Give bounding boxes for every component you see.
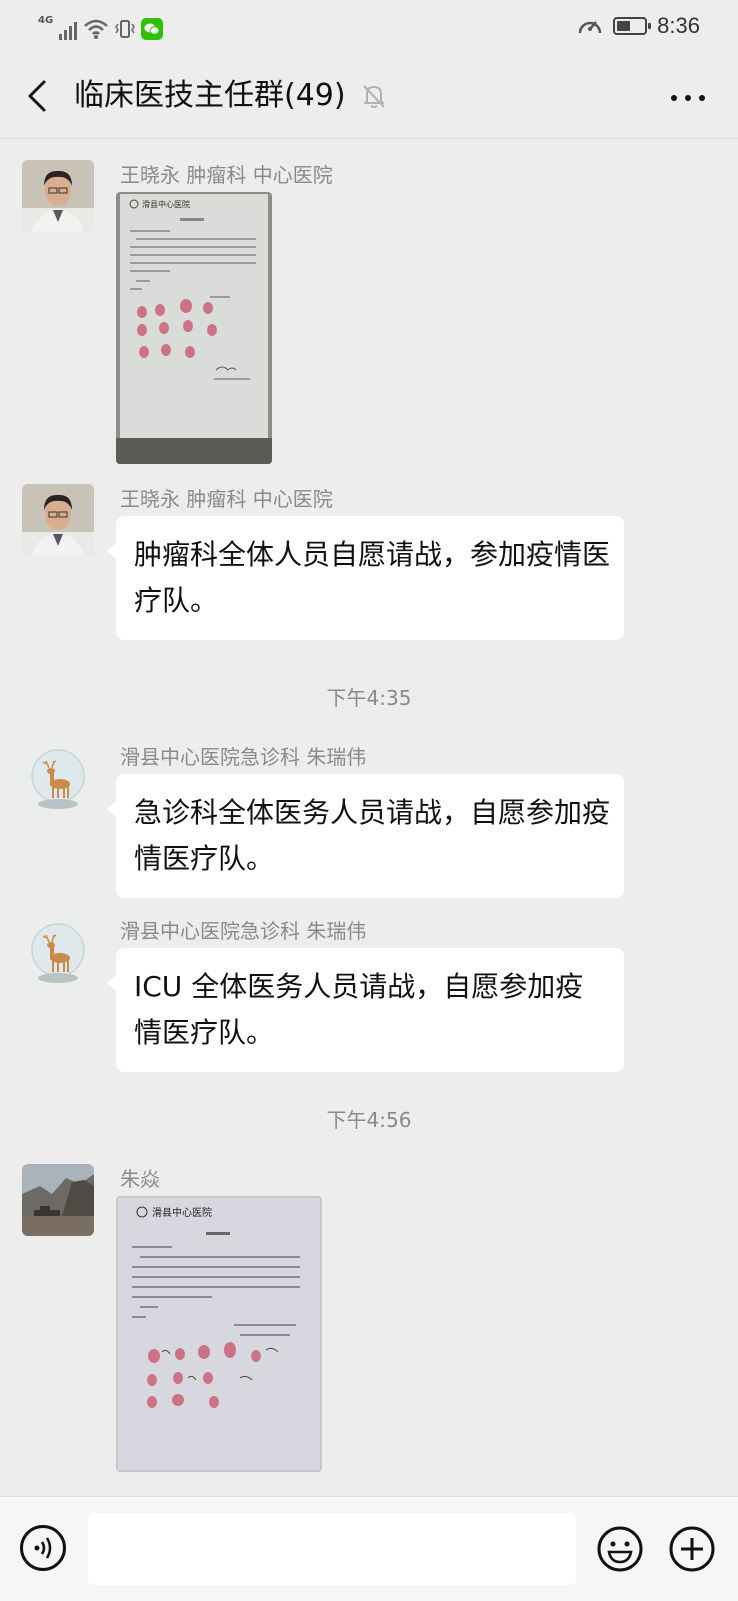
timestamp: 下午4:56: [326, 1108, 412, 1132]
battery-icon: [613, 17, 652, 35]
message-bubble[interactable]: 急诊科全体医务人员请战，自愿参加疫情医疗队。: [107, 774, 624, 898]
message-bubble[interactable]: ICU 全体医务人员请战，自愿参加疫情医疗队。: [107, 948, 624, 1072]
avatar[interactable]: [22, 1164, 94, 1236]
status-left: 4G: [38, 12, 164, 40]
voice-icon: [34, 1537, 52, 1559]
wifi-icon: [84, 19, 109, 39]
signal-icon: [59, 20, 78, 40]
back-button[interactable]: [20, 74, 60, 118]
network-type: 4G: [38, 15, 54, 26]
status-right: 8:36: [577, 12, 700, 40]
avatar[interactable]: [22, 742, 94, 814]
avatar[interactable]: [22, 916, 94, 988]
avatar[interactable]: [22, 484, 94, 556]
sender-name: 王晓永 肿瘤科 中心医院: [120, 487, 333, 511]
more-functions-button[interactable]: [668, 1525, 716, 1573]
status-bar: 4G 8:36: [0, 0, 738, 52]
sender-name: 王晓永 肿瘤科 中心医院: [120, 163, 333, 187]
mute-bell-icon: [363, 85, 385, 108]
timestamp: 下午4:35: [326, 686, 412, 710]
petition-photo[interactable]: 滑县中心医院: [116, 192, 272, 464]
message-input[interactable]: [88, 1513, 576, 1585]
message-bubble[interactable]: 肿瘤科全体人员自愿请战，参加疫情医疗队。: [107, 516, 624, 640]
more-options-button[interactable]: [666, 80, 710, 116]
wechat-notification-icon: [141, 18, 164, 40]
sender-name: 朱焱: [120, 1167, 160, 1191]
petition-photo[interactable]: 滑县中心医院: [116, 1196, 322, 1472]
letterhead-text: 滑县中心医院: [152, 1206, 212, 1219]
sender-name: 滑县中心医院急诊科 朱瑞伟: [120, 745, 367, 769]
chat-header: 临床医技主任群(49): [0, 52, 738, 139]
avatar[interactable]: [22, 160, 94, 232]
input-bar: [0, 1496, 738, 1601]
emoji-button[interactable]: [596, 1525, 644, 1573]
vibrate-icon: [115, 20, 136, 38]
voice-input-button[interactable]: [20, 1525, 66, 1571]
speed-icon: [578, 21, 602, 34]
sender-name: 滑县中心医院急诊科 朱瑞伟: [120, 919, 367, 943]
status-time: 8:36: [657, 13, 700, 38]
letterhead-text: 滑县中心医院: [142, 199, 190, 209]
chat-title: 临床医技主任群(49): [74, 78, 346, 113]
